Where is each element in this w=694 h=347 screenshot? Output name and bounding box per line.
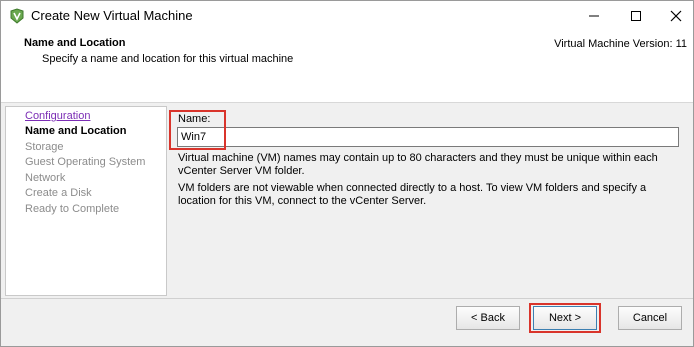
- wizard-header: Name and Location Specify a name and loc…: [1, 31, 693, 103]
- nav-step-create-disk: Create a Disk: [25, 187, 92, 199]
- nav-step-configuration[interactable]: Configuration: [25, 110, 90, 122]
- maximize-icon: [631, 11, 641, 21]
- name-field-label: Name:: [178, 113, 211, 125]
- nav-step-ready-to-complete: Ready to Complete: [25, 203, 120, 215]
- next-button[interactable]: Next >: [533, 306, 597, 330]
- minimize-button[interactable]: [574, 1, 614, 31]
- wizard-steps-nav: Configuration Name and Location Storage …: [5, 106, 167, 296]
- title-bar: Create New Virtual Machine: [1, 1, 693, 31]
- footer-divider: [1, 298, 693, 299]
- window-title: Create New Virtual Machine: [31, 8, 193, 23]
- page-title: Name and Location: [24, 37, 126, 49]
- name-help-text: Virtual machine (VM) names may contain u…: [178, 152, 658, 177]
- nav-step-network: Network: [25, 172, 66, 184]
- page-subtitle: Specify a name and location for this vir…: [42, 53, 294, 65]
- name-location-panel: Name: Virtual machine (VM) names may con…: [169, 106, 689, 296]
- vm-version-label: Virtual Machine Version: 11: [554, 38, 687, 50]
- nav-step-storage: Storage: [25, 141, 64, 153]
- folder-help-text: VM folders are not viewable when connect…: [178, 182, 647, 207]
- vm-name-input[interactable]: [177, 127, 679, 147]
- vsphere-app-icon: [9, 8, 25, 24]
- minimize-icon: [589, 15, 599, 17]
- close-icon: [670, 10, 682, 22]
- maximize-button[interactable]: [616, 1, 656, 31]
- back-button[interactable]: < Back: [456, 306, 520, 330]
- cancel-button[interactable]: Cancel: [618, 306, 682, 330]
- nav-step-guest-os: Guest Operating System: [25, 156, 146, 168]
- nav-step-name-and-location: Name and Location: [25, 125, 127, 137]
- wizard-window: Create New Virtual Machine Name and Loca…: [0, 0, 694, 347]
- close-button[interactable]: [656, 1, 694, 31]
